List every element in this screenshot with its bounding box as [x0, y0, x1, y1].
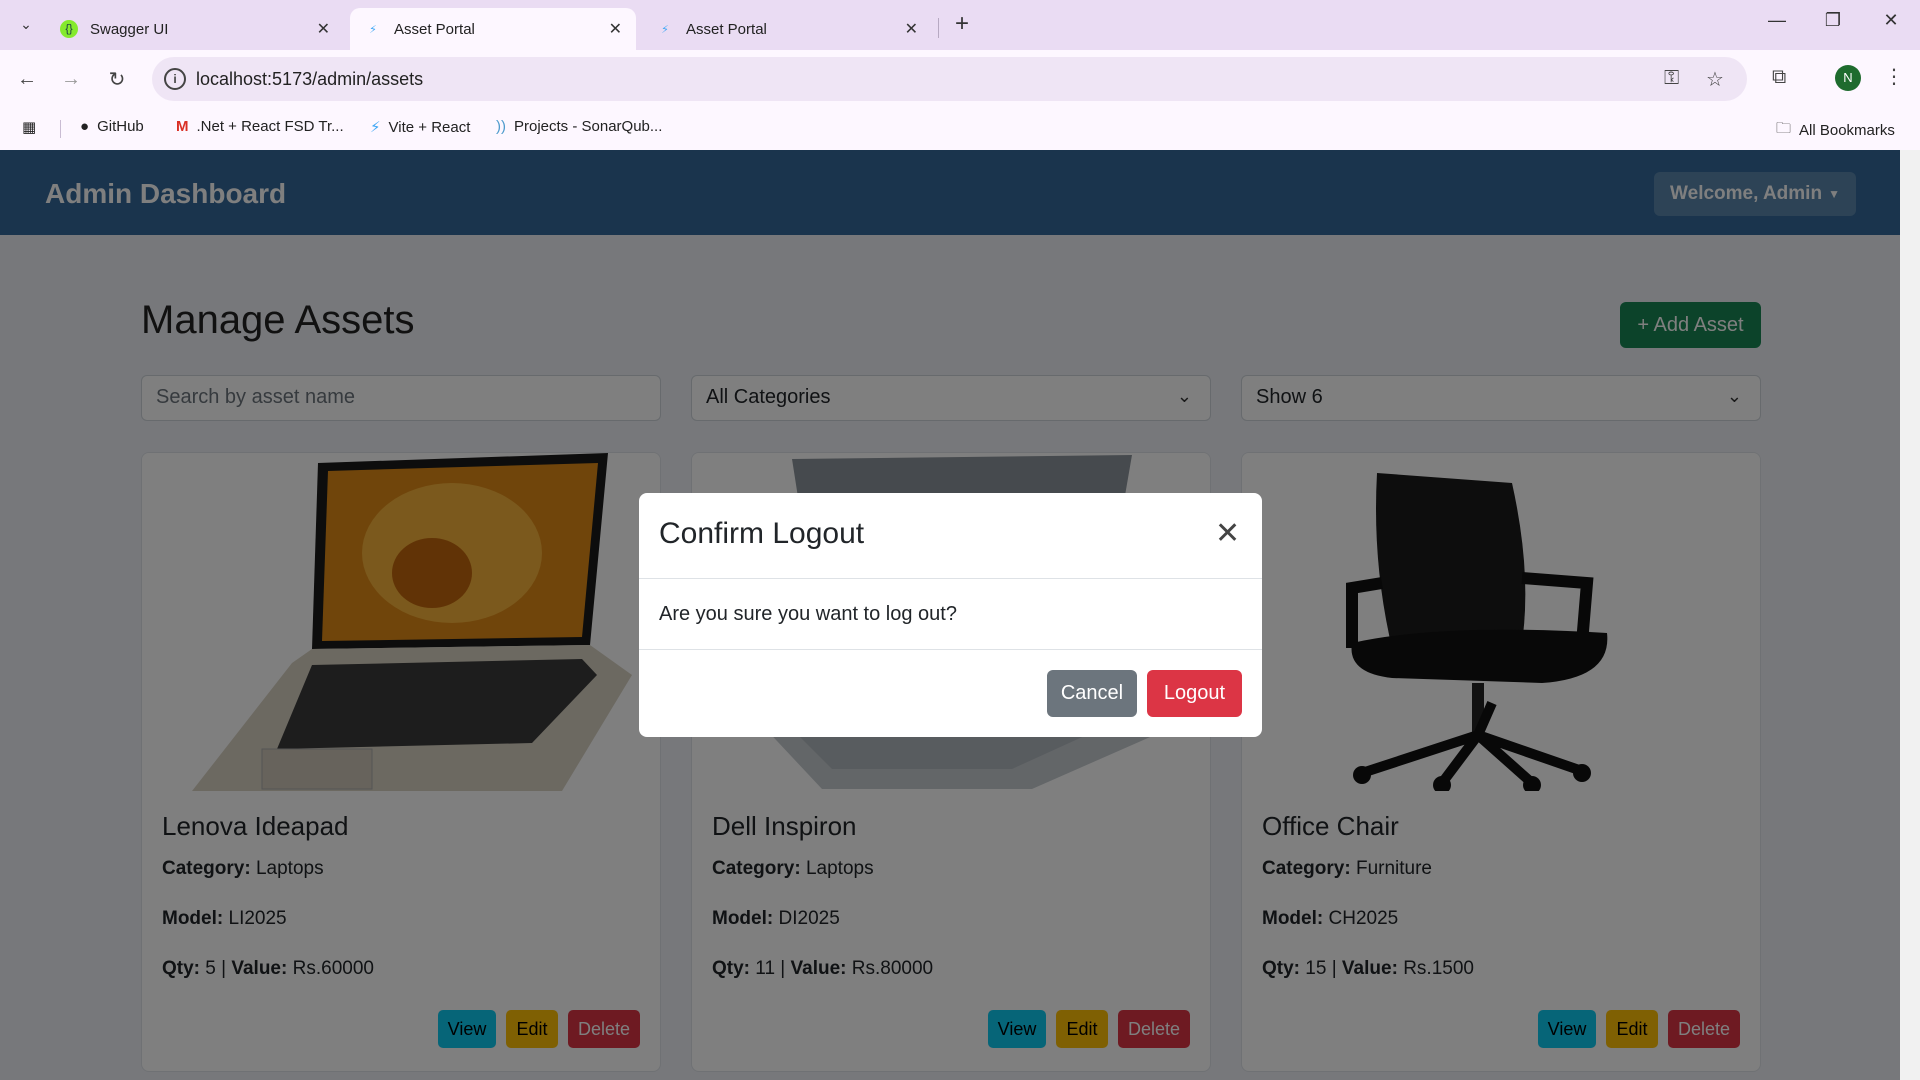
bookmarks-bar: ▦ ● GitHub M .Net + React FSD Tr... ⚡ Vi…	[0, 108, 1920, 150]
sonarqube-icon: ))	[496, 118, 506, 135]
restore-icon[interactable]: ❐	[1818, 10, 1848, 31]
logout-modal: Confirm Logout ✕ Are you sure you want t…	[639, 493, 1262, 737]
back-arrow-icon[interactable]: ←	[12, 64, 42, 94]
folder-icon: 🗀	[1776, 120, 1792, 137]
bookmark-label: Vite + React	[388, 118, 471, 136]
github-icon: ●	[80, 118, 90, 135]
forward-arrow-icon[interactable]: →	[56, 64, 86, 94]
url-text[interactable]: localhost:5173/admin/assets	[196, 69, 423, 90]
window-close-icon[interactable]: ✕	[1876, 10, 1906, 31]
all-bookmarks-label: All Bookmarks	[1799, 122, 1895, 139]
bookmark-star-icon[interactable]: ☆	[1706, 67, 1724, 92]
bookmark-vite-react[interactable]: ⚡ Vite + React	[370, 118, 471, 137]
all-bookmarks[interactable]: 🗀 All Bookmarks	[1776, 118, 1895, 143]
minimize-icon[interactable]: —	[1762, 10, 1792, 31]
tab-separator	[938, 18, 939, 38]
new-tab-plus-icon[interactable]: +	[948, 10, 976, 38]
vite-icon: ⚡	[370, 119, 381, 136]
close-tab-icon[interactable]: ✕	[905, 19, 918, 39]
password-key-icon[interactable]: ⚿	[1664, 67, 1679, 90]
bookmark-label: GitHub	[97, 118, 144, 135]
swagger-favicon-icon: {}	[60, 20, 78, 38]
bookmark-dotnet-react[interactable]: M .Net + React FSD Tr...	[176, 118, 344, 135]
bookmark-label: .Net + React FSD Tr...	[196, 118, 344, 135]
bookmarks-divider	[60, 120, 61, 138]
browser-tab-asset-portal-active[interactable]: ⚡ Asset Portal ✕	[350, 8, 636, 50]
site-info-icon[interactable]: i	[164, 68, 186, 90]
gmail-icon: M	[176, 118, 189, 135]
modal-body-text: Are you sure you want to log out?	[659, 603, 957, 625]
tab-title: Swagger UI	[90, 20, 169, 38]
browser-tab-strip: ⌄ {} Swagger UI ✕ ⚡ Asset Portal ✕ ⚡ Ass…	[0, 0, 1920, 50]
bookmark-sonarqube[interactable]: )) Projects - SonarQub...	[496, 118, 662, 135]
close-tab-icon[interactable]: ✕	[317, 19, 330, 39]
tab-search-chevron-icon[interactable]: ⌄	[12, 10, 40, 38]
address-bar[interactable]: i localhost:5173/admin/assets ⚿ ☆	[152, 57, 1747, 101]
cancel-button[interactable]: Cancel	[1047, 670, 1137, 717]
vite-favicon-icon: ⚡	[369, 23, 377, 36]
browser-tab-asset-portal[interactable]: ⚡ Asset Portal ✕	[642, 8, 932, 50]
page-scrollbar[interactable]	[1900, 150, 1920, 1080]
bookmark-github[interactable]: ● GitHub	[80, 118, 144, 135]
address-toolbar: ← → ↻ i localhost:5173/admin/assets ⚿ ☆ …	[0, 50, 1920, 108]
close-icon[interactable]: ✕	[1215, 519, 1240, 549]
modal-header: Confirm Logout ✕	[639, 493, 1262, 579]
browser-tab-swagger[interactable]: {} Swagger UI ✕	[46, 8, 344, 50]
vite-favicon-icon: ⚡	[661, 23, 669, 36]
apps-grid-icon[interactable]: ▦	[22, 118, 36, 136]
page-viewport: Admin Dashboard Welcome, Admin ▼ Manage …	[0, 150, 1900, 1080]
browser-menu-icon[interactable]: ⋮	[1884, 64, 1904, 89]
bookmark-label: Projects - SonarQub...	[514, 118, 663, 135]
logout-button[interactable]: Logout	[1147, 670, 1242, 717]
modal-title: Confirm Logout	[659, 517, 865, 550]
extensions-puzzle-icon[interactable]: ⧉	[1772, 66, 1786, 89]
tab-title: Asset Portal	[394, 20, 475, 38]
modal-footer: Cancel Logout	[639, 649, 1262, 737]
profile-avatar[interactable]: N	[1835, 65, 1861, 91]
tab-title: Asset Portal	[686, 20, 767, 38]
reload-icon[interactable]: ↻	[102, 64, 132, 94]
close-tab-icon[interactable]: ✕	[609, 19, 622, 39]
